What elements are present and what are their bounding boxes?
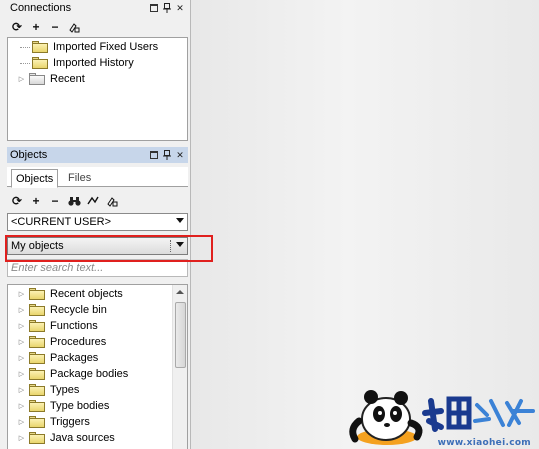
dropdown-arrow-icon[interactable] [176, 242, 184, 247]
tree-item[interactable]: ▷ Triggers [17, 414, 90, 430]
folder-icon [29, 304, 45, 316]
expand-arrow-icon[interactable]: ▷ [17, 306, 26, 315]
watermark-url: www.xiaohei.com [437, 438, 531, 448]
objects-tabs: Objects Files [7, 167, 188, 188]
tree-item-label: Java sources [50, 432, 115, 444]
tree-item-imported-fixed-users[interactable]: Imported Fixed Users [20, 39, 158, 55]
remove-icon[interactable]: − [48, 20, 62, 34]
pin-icon[interactable] [162, 3, 172, 13]
filter-icon[interactable] [86, 194, 100, 208]
folder-icon [29, 368, 45, 380]
tree-item[interactable]: ▷ Procedures [17, 334, 106, 350]
tab-objects[interactable]: Objects [11, 169, 59, 188]
expand-arrow-icon[interactable]: ▷ [17, 290, 26, 299]
expand-arrow-icon[interactable]: ▷ [17, 370, 26, 379]
add-icon[interactable]: + [29, 194, 43, 208]
watermark: www.xiaohei.com [341, 381, 539, 449]
objects-tree-scrollbar[interactable] [172, 285, 187, 449]
tree-item[interactable]: ▷ Package bodies [17, 366, 128, 382]
folder-icon [32, 57, 48, 69]
refresh-icon[interactable]: ⟳ [10, 194, 24, 208]
expand-arrow-icon[interactable]: ▷ [17, 354, 26, 363]
tree-item-label: Recent objects [50, 288, 123, 300]
tab-files[interactable]: Files [64, 169, 95, 187]
folder-icon [29, 288, 45, 300]
tree-item[interactable]: ▷ Java sources [17, 430, 115, 446]
folder-icon [32, 41, 48, 53]
search-input[interactable] [7, 259, 188, 277]
tree-item-label: Packages [50, 352, 99, 364]
objects-filter-value: My objects [11, 240, 64, 252]
tree-item-imported-history[interactable]: Imported History [20, 55, 134, 71]
expand-arrow-icon[interactable]: ▷ [17, 75, 26, 84]
tree-item-label: Procedures [50, 336, 107, 348]
objects-filter-select[interactable]: My objects [7, 237, 188, 255]
tree-item-label: Types [50, 384, 80, 396]
connections-header-buttons: ✕ [149, 3, 188, 13]
expand-arrow-icon[interactable]: ▷ [17, 402, 26, 411]
tree-item[interactable]: ▷ Functions [17, 318, 98, 334]
objects-tree: ▷ Recent objects ▷ Recycle bin ▷ Functions ▷ Pr… [7, 284, 188, 449]
folder-icon [29, 352, 45, 364]
expand-arrow-icon[interactable]: ▷ [17, 338, 26, 347]
connections-panel-header: Connections ✕ [7, 0, 188, 16]
scrollbar-thumb[interactable] [175, 302, 186, 368]
tree-item-label: Package bodies [50, 368, 129, 380]
tree-item[interactable]: ▷ Type bodies [17, 398, 109, 414]
folder-grey-icon [29, 73, 45, 85]
folder-icon [29, 384, 45, 396]
folder-icon [29, 416, 45, 428]
objects-header-buttons: ✕ [149, 150, 188, 160]
tree-item-label: Triggers [50, 416, 90, 428]
float-window-icon[interactable] [149, 150, 159, 160]
tree-item[interactable]: ▷ Packages [17, 350, 98, 366]
folder-icon [29, 432, 45, 444]
tree-item-label: Type bodies [50, 400, 110, 412]
find-binoculars-icon[interactable] [67, 194, 81, 208]
add-icon[interactable]: + [29, 20, 43, 34]
remove-icon[interactable]: − [48, 194, 62, 208]
refresh-icon[interactable]: ⟳ [10, 20, 24, 34]
scroll-up-arrow-icon[interactable] [176, 290, 184, 294]
tree-item-label: Functions [50, 320, 98, 332]
tree-item[interactable]: ▷ Types [17, 382, 79, 398]
tree-item-label: Recycle bin [50, 304, 107, 316]
left-dock-pane: Connections ✕ ⟳ + − Imported Fixed Users… [0, 0, 191, 449]
folder-icon [29, 336, 45, 348]
tree-item-label: Recent [50, 73, 85, 85]
tree-item[interactable]: ▷ Recycle bin [17, 302, 107, 318]
close-icon[interactable]: ✕ [175, 150, 185, 160]
folder-icon [29, 320, 45, 332]
expand-arrow-icon[interactable]: ▷ [17, 322, 26, 331]
tree-item[interactable]: ▷ Recent objects [17, 286, 123, 302]
objects-panel-header: Objects ✕ [7, 147, 188, 163]
tree-item-recent[interactable]: ▷ Recent [17, 71, 85, 87]
objects-panel-title: Objects [10, 149, 48, 161]
objects-toolbar: ⟳ + − [10, 193, 119, 209]
connections-panel-title: Connections [10, 2, 72, 14]
properties-icon[interactable] [67, 20, 81, 34]
expand-arrow-icon[interactable]: ▷ [17, 434, 26, 443]
properties-icon[interactable] [105, 194, 119, 208]
connections-tree: Imported Fixed Users Imported History ▷ … [7, 37, 188, 141]
user-select-value: <CURRENT USER> [11, 216, 112, 228]
tree-item-label: Imported Fixed Users [53, 41, 159, 53]
close-icon[interactable]: ✕ [175, 3, 185, 13]
pin-icon[interactable] [162, 150, 172, 160]
user-select[interactable]: <CURRENT USER> [7, 213, 188, 231]
tree-item-label: Imported History [53, 57, 134, 69]
expand-arrow-icon[interactable]: ▷ [17, 386, 26, 395]
float-window-icon[interactable] [149, 3, 159, 13]
folder-icon [29, 400, 45, 412]
connections-toolbar: ⟳ + − [10, 19, 81, 35]
expand-arrow-icon[interactable]: ▷ [17, 418, 26, 427]
dropdown-arrow-icon[interactable] [176, 218, 184, 223]
